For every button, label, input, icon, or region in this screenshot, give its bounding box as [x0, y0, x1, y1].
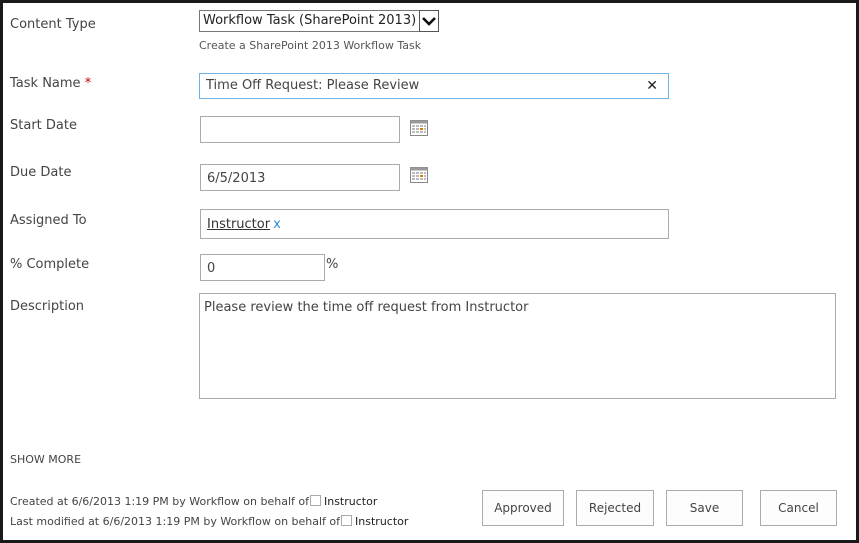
percent-complete-label: % Complete	[10, 257, 90, 272]
description-value: Please review the time off request from …	[204, 300, 529, 315]
task-name-value: Time Off Request: Please Review	[206, 78, 420, 93]
content-type-hint: Create a SharePoint 2013 Workflow Task	[199, 39, 422, 52]
modified-text: Last modified at 6/6/2013 1:19 PM by Wor…	[10, 515, 341, 528]
content-type-select[interactable]: Workflow Task (SharePoint 2013)	[199, 10, 440, 32]
due-date-input[interactable]: 6/5/2013	[200, 164, 400, 191]
description-label: Description	[10, 299, 85, 314]
assigned-to-label: Assigned To	[10, 213, 87, 228]
created-by: Instructor	[323, 495, 378, 508]
content-type-value: Workflow Task (SharePoint 2013)	[199, 10, 420, 32]
due-date-label: Due Date	[10, 165, 72, 180]
start-date-label: Start Date	[10, 118, 77, 133]
task-name-input[interactable]: Time Off Request: Please Review ✕	[199, 73, 669, 99]
calendar-icon[interactable]	[410, 167, 428, 183]
assigned-to-people-picker[interactable]: Instructor x	[200, 209, 669, 239]
task-name-label: Task Name *	[10, 76, 91, 91]
required-marker: *	[84, 76, 92, 91]
created-text: Created at 6/6/2013 1:19 PM by Workflow …	[10, 495, 309, 508]
due-date-value: 6/5/2013	[207, 171, 266, 186]
chevron-down-icon[interactable]	[419, 10, 440, 32]
presence-icon	[309, 495, 321, 506]
task-name-label-text: Task Name	[10, 76, 81, 91]
content-type-label: Content Type	[10, 17, 96, 32]
modified-info: Last modified at 6/6/2013 1:19 PM by Wor…	[10, 515, 408, 528]
modified-by: Instructor	[355, 515, 409, 528]
save-button[interactable]: Save	[666, 490, 743, 526]
approved-button[interactable]: Approved	[482, 490, 564, 526]
presence-icon	[341, 515, 353, 526]
show-more-link[interactable]: SHOW MORE	[10, 453, 81, 466]
percent-unit: %	[326, 257, 339, 272]
assigned-person-link[interactable]: Instructor	[207, 217, 270, 232]
calendar-icon[interactable]	[410, 120, 428, 136]
percent-complete-input[interactable]: 0	[200, 254, 325, 281]
rejected-button[interactable]: Rejected	[576, 490, 654, 526]
start-date-input[interactable]	[200, 116, 400, 143]
cancel-button[interactable]: Cancel	[760, 490, 837, 526]
close-icon[interactable]: ✕	[646, 74, 658, 98]
created-info: Created at 6/6/2013 1:19 PM by Workflow …	[10, 495, 377, 508]
remove-person-icon[interactable]: x	[273, 217, 281, 232]
description-textarea[interactable]: Please review the time off request from …	[199, 293, 836, 399]
percent-complete-value: 0	[207, 261, 216, 276]
